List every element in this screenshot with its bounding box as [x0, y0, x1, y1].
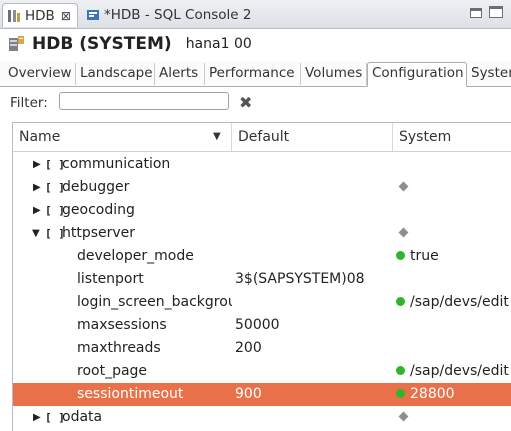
row-system	[396, 337, 511, 360]
row-name: maxsessions	[77, 317, 167, 333]
row-system	[396, 314, 511, 337]
maximize-icon[interactable]	[489, 6, 503, 18]
tab-landscape[interactable]: Landscape	[76, 63, 155, 85]
row-system: /sap/devs/edit	[396, 291, 511, 314]
changed-marker-icon	[398, 227, 409, 237]
database-icon	[7, 9, 21, 23]
row-default: 200	[235, 340, 262, 356]
row-default	[235, 291, 391, 314]
status-dot-icon	[396, 388, 405, 398]
row-default: 3$(SAPSYSTEM)08	[235, 271, 365, 287]
minimize-icon[interactable]	[470, 8, 482, 18]
expand-arrow-icon[interactable]: ▶	[33, 153, 43, 176]
row-system	[396, 153, 511, 176]
system-icon	[8, 35, 26, 53]
row-name: sessiontimeout	[77, 386, 184, 402]
row-system	[396, 406, 511, 429]
row-default	[235, 176, 391, 199]
row-default	[235, 360, 391, 383]
tab-system[interactable]: Syster	[467, 63, 511, 85]
row-default	[235, 199, 391, 222]
clear-filter-icon[interactable]: ✖	[239, 93, 252, 112]
editor-tab-label: *HDB - SQL Console 2	[104, 7, 252, 23]
table-header: Name ▼ Default System	[13, 123, 511, 152]
row-name: geocoding	[62, 202, 135, 218]
tab-performance[interactable]: Performance	[205, 63, 301, 85]
filter-bar: Filter: ✖	[0, 88, 511, 118]
table-row[interactable]: root_page /sap/devs/edit	[13, 360, 511, 383]
row-default: 50000	[235, 317, 280, 333]
row-default: 900	[235, 386, 262, 402]
sort-arrow-icon[interactable]: ▼	[213, 123, 221, 151]
row-name: login_screen_backgrou	[77, 294, 232, 310]
row-name: httpserver	[62, 225, 136, 241]
expand-arrow-icon[interactable]: ▶	[33, 176, 43, 199]
row-name: root_page	[77, 363, 148, 379]
row-system	[396, 268, 511, 291]
status-dot-icon	[396, 250, 405, 260]
table-row[interactable]: ▶ [ ] geocoding	[13, 199, 511, 222]
row-default	[235, 222, 391, 245]
table-row[interactable]: listenport 3$(SAPSYSTEM)08	[13, 268, 511, 291]
table-row[interactable]: ▶ [ ] communication	[13, 153, 511, 176]
row-name: odata	[62, 409, 103, 425]
status-dot-icon	[396, 296, 405, 306]
row-name: debugger	[62, 179, 130, 195]
page-title: HDB (SYSTEM)	[32, 34, 172, 54]
column-header-name[interactable]: Name ▼	[13, 123, 232, 151]
expand-arrow-icon[interactable]: ▶	[33, 199, 43, 222]
table-row[interactable]: ▶ [ ] debugger	[13, 176, 511, 199]
tab-overview[interactable]: Overview	[4, 63, 76, 85]
row-system	[396, 222, 511, 245]
row-system	[396, 176, 511, 199]
table-row[interactable]: maxsessions 50000	[13, 314, 511, 337]
table-row[interactable]: login_screen_backgrou /sap/devs/edit	[13, 291, 511, 314]
column-header-system[interactable]: System	[393, 123, 511, 151]
status-dot-icon	[396, 365, 405, 375]
tab-alerts[interactable]: Alerts	[155, 63, 205, 85]
table-row[interactable]: maxthreads 200	[13, 337, 511, 360]
table-row-selected[interactable]: sessiontimeout 900 28800	[13, 383, 511, 406]
editor-tab-hdb[interactable]: HDB ⊠	[2, 3, 78, 27]
table-body: ▶ [ ] communication ▶ [ ] debugger ▶ [ ]…	[13, 153, 511, 429]
close-icon[interactable]: ⊠	[61, 9, 71, 23]
row-system	[396, 199, 511, 222]
row-name: maxthreads	[77, 340, 161, 356]
editor-tab-sql-console[interactable]: *HDB - SQL Console 2	[82, 3, 282, 27]
changed-marker-icon	[398, 411, 409, 421]
row-name: developer_mode	[77, 248, 194, 264]
sql-console-icon	[86, 8, 100, 22]
collapse-arrow-icon[interactable]: ▼	[32, 222, 42, 245]
filter-input[interactable]	[59, 92, 229, 110]
row-system: 28800	[396, 383, 511, 406]
changed-marker-icon	[398, 181, 409, 191]
tab-configuration[interactable]: Configuration	[367, 62, 467, 87]
editor-subtabs: Overview Landscape Alerts Performance Vo…	[0, 61, 511, 87]
table-row[interactable]: ▼ [ ] httpserver	[13, 222, 511, 245]
row-default	[235, 245, 391, 268]
row-system: true	[396, 245, 511, 268]
row-name: communication	[62, 156, 171, 172]
row-name: listenport	[77, 271, 144, 287]
column-header-default[interactable]: Default	[232, 123, 393, 151]
editor-tab-label: HDB	[25, 7, 55, 24]
table-row[interactable]: developer_mode true	[13, 245, 511, 268]
system-subtitle: hana1 00	[185, 36, 252, 52]
row-default	[235, 153, 391, 176]
table-row[interactable]: ▶ [ ] odata	[13, 406, 511, 429]
row-default	[235, 406, 391, 429]
filter-label: Filter:	[10, 95, 48, 111]
row-system: /sap/devs/edit	[396, 360, 511, 383]
configuration-tree-table: Name ▼ Default System ▶ [ ] communicatio…	[12, 122, 511, 431]
editor-header: HDB (SYSTEM) hana1 00	[8, 33, 252, 55]
tab-volumes[interactable]: Volumes	[301, 63, 367, 85]
expand-arrow-icon[interactable]: ▶	[33, 406, 43, 429]
editor-tab-bar: HDB ⊠ *HDB - SQL Console 2	[0, 0, 511, 29]
